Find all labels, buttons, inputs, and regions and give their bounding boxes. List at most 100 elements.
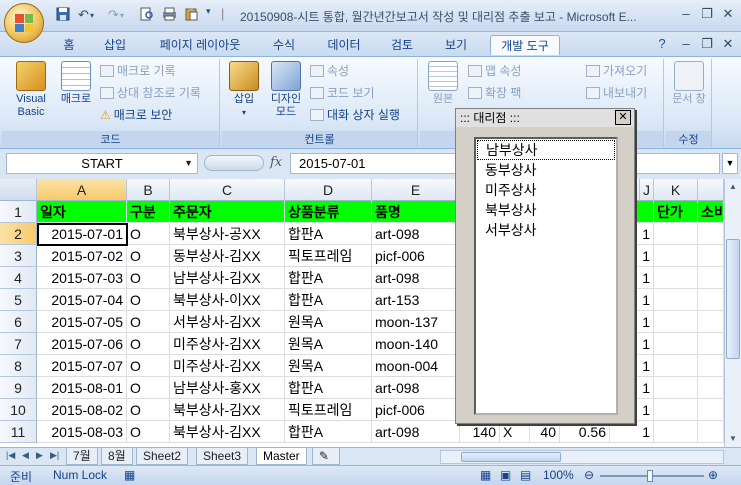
- grid-cell[interactable]: 픽토프레임: [285, 245, 372, 267]
- row-header[interactable]: 4: [0, 267, 37, 289]
- undo-icon[interactable]: ↶: [78, 7, 89, 25]
- grid-cell[interactable]: [698, 355, 724, 377]
- column-header-c[interactable]: C: [170, 179, 285, 201]
- grid-cell[interactable]: art-098: [372, 377, 460, 399]
- restore-icon[interactable]: ❐: [697, 6, 717, 22]
- expansion-packs-button[interactable]: 확장 팩: [468, 84, 521, 102]
- grid-cell[interactable]: [654, 311, 698, 333]
- last-sheet-icon[interactable]: ▶|: [50, 450, 59, 461]
- grid-cell[interactable]: 2015-07-04: [37, 289, 127, 311]
- listbox-item[interactable]: 미주상사: [477, 180, 615, 200]
- column-header-j[interactable]: J: [640, 179, 654, 201]
- grid-cell[interactable]: 합판A: [285, 377, 372, 399]
- listbox-item[interactable]: 동부상사: [477, 160, 615, 180]
- grid-cell[interactable]: [698, 399, 724, 421]
- grid-cell[interactable]: 2015-08-03: [37, 421, 127, 443]
- office-button[interactable]: [4, 3, 44, 43]
- column-header-l[interactable]: [698, 179, 724, 201]
- grid-cell[interactable]: [654, 421, 698, 443]
- header-cell[interactable]: 품명: [372, 201, 460, 223]
- header-cell[interactable]: 단가: [654, 201, 698, 223]
- row-header[interactable]: 7: [0, 333, 37, 355]
- insert-function-icon[interactable]: fx: [270, 155, 282, 170]
- relative-reference-button[interactable]: 상대 참조로 기록: [100, 84, 201, 102]
- grid-cell[interactable]: picf-006: [372, 399, 460, 421]
- grid-cell[interactable]: 남부상사-홍XX: [170, 377, 285, 399]
- grid-cell[interactable]: [698, 289, 724, 311]
- listbox-item[interactable]: 남부상사: [477, 140, 615, 160]
- next-sheet-icon[interactable]: ▶: [36, 450, 43, 461]
- sheet-tab-sheet2[interactable]: Sheet2: [136, 448, 189, 465]
- grid-cell[interactable]: 서부상사-김XX: [170, 311, 285, 333]
- normal-view-icon[interactable]: ▦: [480, 468, 491, 482]
- row-header[interactable]: 8: [0, 355, 37, 377]
- header-cell[interactable]: 일자: [37, 201, 127, 223]
- tab-formulas[interactable]: 수식: [268, 35, 300, 55]
- grid-cell[interactable]: 40: [530, 421, 560, 443]
- form-close-button[interactable]: ✕: [615, 110, 631, 125]
- grid-cell[interactable]: 140: [460, 421, 500, 443]
- macro-button[interactable]: 매크로: [56, 61, 96, 106]
- grid-cell[interactable]: [698, 223, 724, 245]
- grid-cell[interactable]: 2015-07-02: [37, 245, 127, 267]
- grid-cell[interactable]: [698, 333, 724, 355]
- column-header-e[interactable]: E: [372, 179, 460, 201]
- page-layout-view-icon[interactable]: ▣: [500, 468, 511, 482]
- macro-security-button[interactable]: ⚠ 매크로 보안: [100, 106, 172, 124]
- grid-cell[interactable]: O: [127, 399, 170, 421]
- grid-cell[interactable]: 북부상사-김XX: [170, 421, 285, 443]
- row-header[interactable]: 5: [0, 289, 37, 311]
- minimize-icon[interactable]: –: [676, 6, 696, 22]
- sheet-tab-july[interactable]: 7월: [66, 448, 98, 465]
- grid-cell[interactable]: 2015-07-07: [37, 355, 127, 377]
- tab-developer[interactable]: 개발 도구: [490, 35, 560, 55]
- grid-cell[interactable]: [698, 267, 724, 289]
- name-box-dropdown-icon[interactable]: ▼: [184, 154, 193, 173]
- grid-cell[interactable]: art-098: [372, 421, 460, 443]
- vertical-scrollbar[interactable]: ▲ ▼: [724, 179, 741, 447]
- insert-control-button[interactable]: 삽입 ▾: [226, 61, 262, 119]
- row-header[interactable]: 2: [0, 223, 37, 245]
- visual-basic-button[interactable]: Visual Basic: [8, 61, 54, 119]
- grid-cell[interactable]: 북부상사-공XX: [170, 223, 285, 245]
- first-sheet-icon[interactable]: |◀: [6, 450, 15, 461]
- document-panel-button[interactable]: 문서 창: [672, 61, 706, 106]
- tab-insert[interactable]: 삽입: [98, 35, 132, 55]
- xml-source-button[interactable]: 원본: [426, 61, 460, 106]
- grid-cell[interactable]: 원목A: [285, 311, 372, 333]
- grid-cell[interactable]: 합판A: [285, 421, 372, 443]
- redo-dropdown-icon[interactable]: ▾: [120, 11, 124, 29]
- prev-sheet-icon[interactable]: ◀: [22, 450, 29, 461]
- grid-cell[interactable]: 합판A: [285, 223, 372, 245]
- macro-record-icon[interactable]: ▦: [124, 468, 135, 482]
- redo-icon[interactable]: ↷: [108, 7, 119, 25]
- grid-cell[interactable]: picf-006: [372, 245, 460, 267]
- paste-special-icon[interactable]: [184, 7, 198, 25]
- listbox-item[interactable]: 서부상사: [477, 220, 615, 240]
- grid-cell[interactable]: 2015-07-06: [37, 333, 127, 355]
- grid-cell[interactable]: [654, 223, 698, 245]
- grid-cell[interactable]: [654, 377, 698, 399]
- zoom-in-icon[interactable]: ⊕: [708, 468, 718, 482]
- grid-cell[interactable]: 0.56: [560, 421, 610, 443]
- grid-cell[interactable]: [654, 245, 698, 267]
- row-header[interactable]: 6: [0, 311, 37, 333]
- insert-sheet-tab[interactable]: ✎: [312, 448, 340, 465]
- column-header-a[interactable]: A: [37, 179, 127, 201]
- sheet-tab-sheet3[interactable]: Sheet3: [196, 448, 249, 465]
- print-icon[interactable]: [162, 7, 177, 25]
- tab-page-layout[interactable]: 페이지 레이아웃: [150, 35, 250, 55]
- tab-data[interactable]: 데이터: [322, 35, 366, 55]
- grid-cell[interactable]: moon-140: [372, 333, 460, 355]
- grid-cell[interactable]: 1: [610, 421, 654, 443]
- header-cell[interactable]: 상품분류: [285, 201, 372, 223]
- grid-cell[interactable]: 북부상사-김XX: [170, 399, 285, 421]
- grid-cell[interactable]: [654, 333, 698, 355]
- grid-cell[interactable]: 미주상사-김XX: [170, 355, 285, 377]
- undo-dropdown-icon[interactable]: ▾: [90, 11, 94, 29]
- help-icon[interactable]: ?: [652, 36, 672, 52]
- grid-cell[interactable]: O: [127, 421, 170, 443]
- vertical-scroll-thumb[interactable]: [726, 239, 740, 359]
- grid-cell[interactable]: 2015-07-01: [37, 223, 127, 245]
- column-header-d[interactable]: D: [285, 179, 372, 201]
